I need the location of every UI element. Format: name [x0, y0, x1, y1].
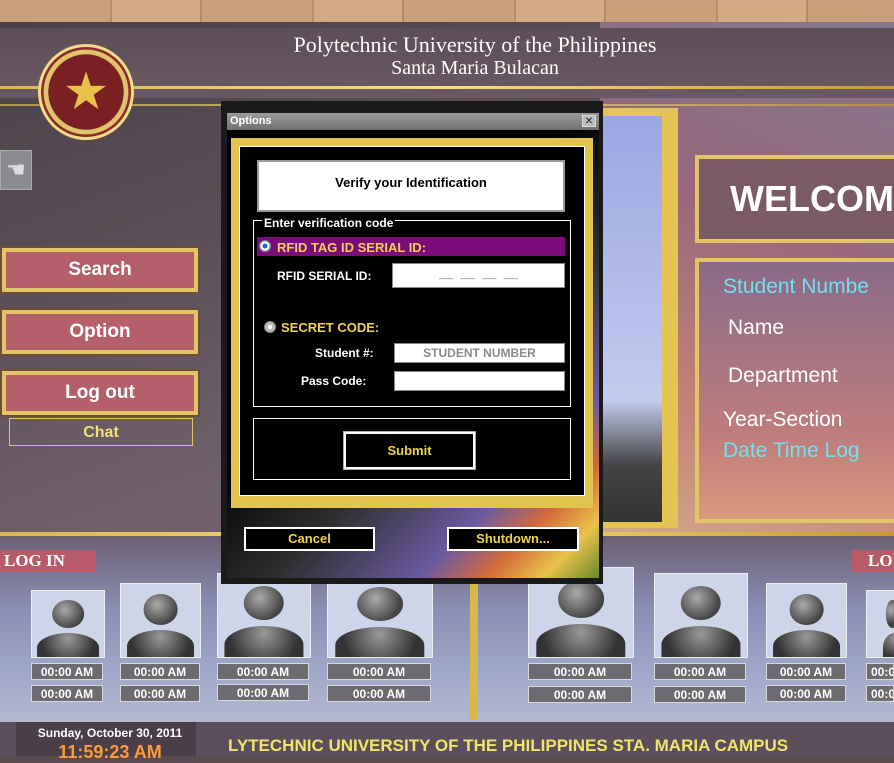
- university-title: Polytechnic University of the Philippine…: [293, 32, 657, 57]
- pass-code-input[interactable]: [394, 371, 565, 391]
- log-area-divider: [470, 560, 478, 720]
- logout-time-out: 00:00 AM: [528, 686, 632, 703]
- login-time-in: 00:00 AM: [217, 663, 309, 680]
- verify-heading: Verify your Identification: [335, 175, 487, 190]
- name-label: Name: [728, 316, 785, 339]
- rfid-option-label[interactable]: RFID TAG ID SERIAL ID:: [277, 240, 426, 255]
- login-time-in: 00:00 AM: [31, 663, 103, 680]
- close-icon[interactable]: ✕: [582, 115, 596, 127]
- wood-top-border: [0, 0, 894, 22]
- rfid-serial-input[interactable]: __ __ __ __: [392, 263, 565, 288]
- verification-code-legend: Enter verification code: [262, 216, 396, 230]
- fingerprint-hand-icon[interactable]: ☚: [0, 150, 32, 190]
- year-section-label: Year-Section: [723, 408, 843, 431]
- shutdown-button[interactable]: Shutdown...: [447, 527, 579, 551]
- dialog-titlebar[interactable]: [227, 113, 599, 130]
- current-date: Sunday, October 30, 2011: [37, 726, 183, 740]
- logout-button[interactable]: Log out: [2, 371, 198, 415]
- logout-time-in: 00:00 AM: [654, 663, 746, 680]
- logout-time-in: 00:00 AM: [528, 663, 632, 680]
- login-time-out: 00:00 AM: [120, 685, 200, 702]
- rfid-radio-button[interactable]: [259, 240, 271, 252]
- scrolling-marquee: LYTECHNIC UNIVERSITY OF THE PHILIPPINES …: [228, 736, 789, 755]
- welcome-text: WELCOM: [730, 178, 894, 219]
- student-photo: [600, 116, 662, 522]
- campus-subtitle: Santa Maria Bulacan: [391, 57, 559, 79]
- login-user-avatar: [120, 583, 201, 658]
- login-user-avatar: [327, 575, 433, 658]
- pass-code-field-label: Pass Code:: [301, 374, 367, 388]
- login-time-out: 00:00 AM: [217, 684, 309, 701]
- logout-user-avatar: [866, 590, 894, 658]
- student-number-label: Student Numbe: [723, 275, 869, 298]
- submit-button[interactable]: Submit: [344, 432, 475, 469]
- secret-code-option-label[interactable]: SECRET CODE:: [281, 320, 379, 335]
- login-time-out: 00:00 AM: [31, 685, 103, 702]
- date-time-log-label: Date Time Log: [723, 439, 860, 462]
- cancel-button[interactable]: Cancel: [244, 527, 375, 551]
- logout-time-out: 00:00 AM: [766, 685, 846, 702]
- login-user-avatar: [217, 573, 311, 658]
- logout-time-out: 00:00 AM: [866, 685, 894, 702]
- login-time-in: 00:00 AM: [327, 663, 431, 680]
- seal-star-icon: ★: [62, 63, 110, 121]
- search-button[interactable]: Search: [2, 248, 198, 292]
- department-label: Department: [728, 364, 838, 387]
- logout-user-avatar: [654, 573, 748, 658]
- login-user-avatar: [31, 590, 105, 658]
- chat-button[interactable]: Chat: [9, 418, 193, 446]
- logout-section-label: LO: [852, 550, 894, 572]
- secret-code-radio-button[interactable]: [264, 321, 276, 333]
- dialog-title: Options: [230, 115, 272, 127]
- student-number-input[interactable]: STUDENT NUMBER: [394, 343, 565, 363]
- student-number-field-label: Student #:: [315, 346, 374, 360]
- current-time: 11:59:23 AM: [58, 742, 162, 762]
- logout-time-out: 00:00 AM: [654, 686, 746, 703]
- rfid-serial-label: RFID SERIAL ID:: [277, 269, 372, 283]
- logout-time-in: 00:00 AM: [766, 663, 846, 680]
- logout-user-avatar: [766, 583, 847, 658]
- login-time-in: 00:00 AM: [120, 663, 200, 680]
- login-section-label: LOG IN: [0, 550, 96, 572]
- login-time-out: 00:00 AM: [327, 685, 431, 702]
- header-gold-line: [0, 86, 894, 89]
- logout-time-in: 00:00 AM: [866, 663, 894, 680]
- option-button[interactable]: Option: [2, 310, 198, 354]
